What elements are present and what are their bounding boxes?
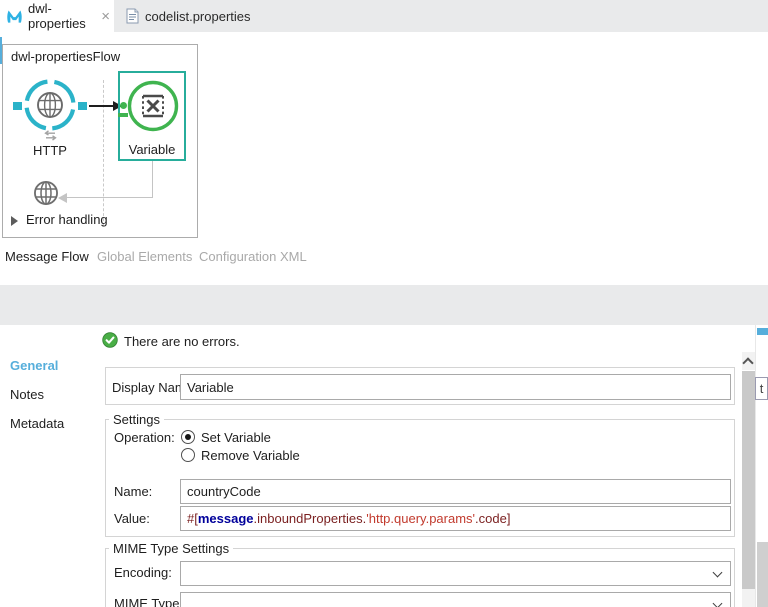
- variable-input-dash: [118, 113, 128, 117]
- remove-variable-radio[interactable]: [181, 448, 195, 462]
- display-name-input[interactable]: Variable: [180, 374, 731, 400]
- remove-variable-label[interactable]: Remove Variable: [201, 448, 300, 463]
- file-icon: [126, 8, 139, 24]
- tab-configuration-xml[interactable]: Configuration XML: [199, 249, 307, 264]
- error-connector-arrow: [58, 193, 67, 203]
- variable-node-label: Variable: [118, 142, 186, 157]
- chevron-down-icon: [713, 568, 723, 578]
- http-node[interactable]: [23, 78, 77, 132]
- sidebar-item-general[interactable]: General: [10, 358, 58, 373]
- mime-type-label: MIME Type:: [114, 596, 183, 607]
- flow-container[interactable]: dwl-propertiesFlow: [2, 44, 198, 238]
- sync-arrows-icon: [42, 130, 58, 141]
- editor-mode-tabbar: Message Flow Global Elements Configurati…: [0, 245, 768, 271]
- radio-dot: [185, 434, 191, 440]
- http-input-port: [13, 102, 22, 110]
- tab-label: dwl-properties: [28, 1, 93, 31]
- encoding-label: Encoding:: [114, 565, 172, 580]
- encoding-select[interactable]: [180, 561, 731, 586]
- value-input[interactable]: #[message.inboundProperties.'http.query.…: [180, 506, 731, 531]
- view-tab-strip: Variable × Problems: [0, 285, 768, 325]
- flow-connector: [89, 105, 115, 107]
- tab-label: codelist.properties: [145, 9, 251, 24]
- scrollbar-track[interactable]: [742, 589, 755, 607]
- http-node-label: HTTP: [17, 143, 83, 158]
- editor-tab-strip: dwl-properties × codelist.properties: [0, 0, 768, 32]
- sidebar-item-notes[interactable]: Notes: [10, 387, 44, 402]
- name-input[interactable]: countryCode: [180, 479, 731, 504]
- check-icon: [102, 332, 118, 348]
- mel-suffix: .code]: [475, 511, 510, 526]
- panel-divider: [755, 325, 756, 607]
- chevron-down-icon: [713, 599, 723, 607]
- error-globe-icon: [33, 180, 59, 206]
- expander-icon[interactable]: [11, 216, 18, 226]
- mel-string: 'http.query.params': [366, 511, 475, 526]
- flow-title: dwl-propertiesFlow: [11, 49, 120, 64]
- http-output-port: [78, 102, 87, 110]
- name-value: countryCode: [187, 484, 261, 499]
- sidebar-item-metadata[interactable]: Metadata: [10, 416, 64, 431]
- properties-view: General Notes Metadata There are no erro…: [0, 325, 768, 607]
- error-connector-horizontal: [67, 197, 153, 198]
- clipped-right-panel-field: t: [755, 377, 768, 400]
- variable-input-dot: [120, 102, 127, 109]
- variable-node[interactable]: [126, 79, 180, 133]
- scrollbar-up-button[interactable]: [742, 352, 755, 370]
- display-name-value: Variable: [187, 380, 234, 395]
- tab-codelist-properties[interactable]: codelist.properties: [114, 0, 251, 32]
- tab-message-flow[interactable]: Message Flow: [5, 249, 89, 264]
- mel-prefix: #[: [187, 511, 198, 526]
- set-variable-label[interactable]: Set Variable: [201, 430, 271, 445]
- value-label: Value:: [114, 511, 150, 526]
- settings-legend: Settings: [109, 412, 164, 427]
- close-icon[interactable]: ×: [101, 9, 110, 24]
- mel-keyword: message: [198, 511, 254, 526]
- name-label: Name:: [114, 484, 152, 499]
- adjacent-tab-accent: [757, 328, 768, 335]
- studio-window: dwl-properties × codelist.properties dwl…: [0, 0, 768, 607]
- operation-label: Operation:: [114, 430, 175, 445]
- mime-settings-legend: MIME Type Settings: [109, 541, 233, 556]
- clipped-text: t: [760, 381, 764, 396]
- error-handling-label: Error handling: [26, 212, 108, 227]
- scrollbar-thumb[interactable]: [742, 371, 755, 589]
- mel-chain: .inboundProperties.: [254, 511, 367, 526]
- error-connector-vertical: [152, 161, 153, 198]
- set-variable-radio[interactable]: [181, 430, 195, 444]
- tab-global-elements[interactable]: Global Elements: [97, 249, 192, 264]
- flow-editor-canvas: dwl-propertiesFlow: [0, 32, 768, 245]
- right-panel-scrollbar: [757, 542, 768, 607]
- flow-divider-line: [103, 80, 104, 226]
- mule-icon: [6, 8, 23, 24]
- chevron-up-icon: [742, 357, 753, 368]
- tab-dwl-properties[interactable]: dwl-properties ×: [0, 0, 114, 32]
- mime-type-select[interactable]: [180, 592, 731, 607]
- status-message: There are no errors.: [124, 334, 240, 349]
